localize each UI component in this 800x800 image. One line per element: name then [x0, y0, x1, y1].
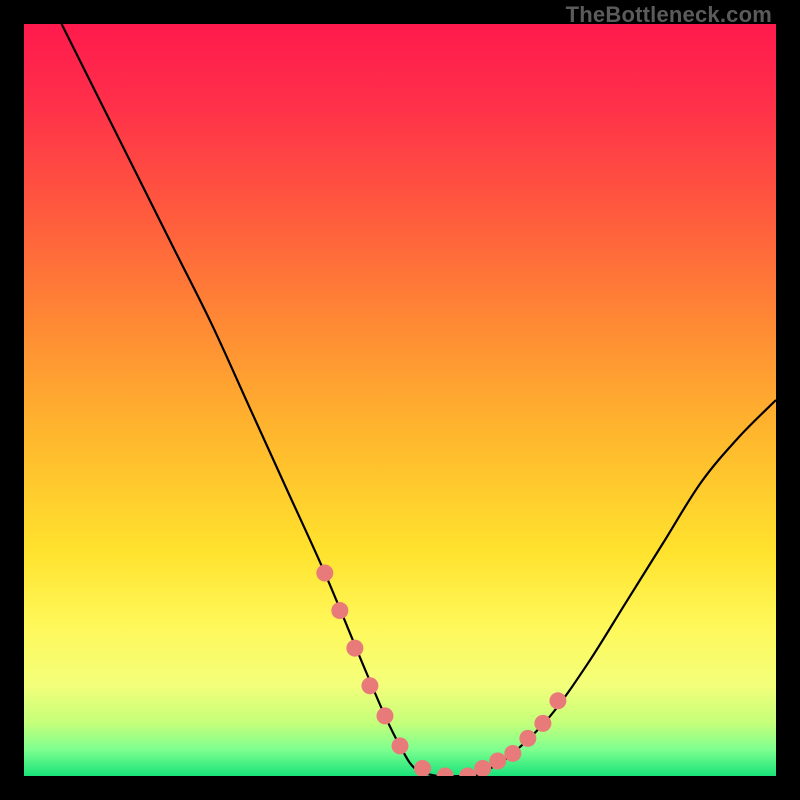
highlight-dot	[331, 602, 348, 619]
highlight-dot	[361, 677, 378, 694]
highlight-dot	[504, 745, 521, 762]
highlight-dot	[534, 715, 551, 732]
highlight-dot	[549, 692, 566, 709]
chart-frame	[24, 24, 776, 776]
highlight-dot	[346, 640, 363, 657]
highlight-dot	[316, 564, 333, 581]
highlight-dot	[489, 752, 506, 769]
highlight-dot	[519, 730, 536, 747]
highlight-dot	[392, 737, 409, 754]
highlight-dot	[376, 707, 393, 724]
bottleneck-chart	[24, 24, 776, 776]
gradient-background	[24, 24, 776, 776]
